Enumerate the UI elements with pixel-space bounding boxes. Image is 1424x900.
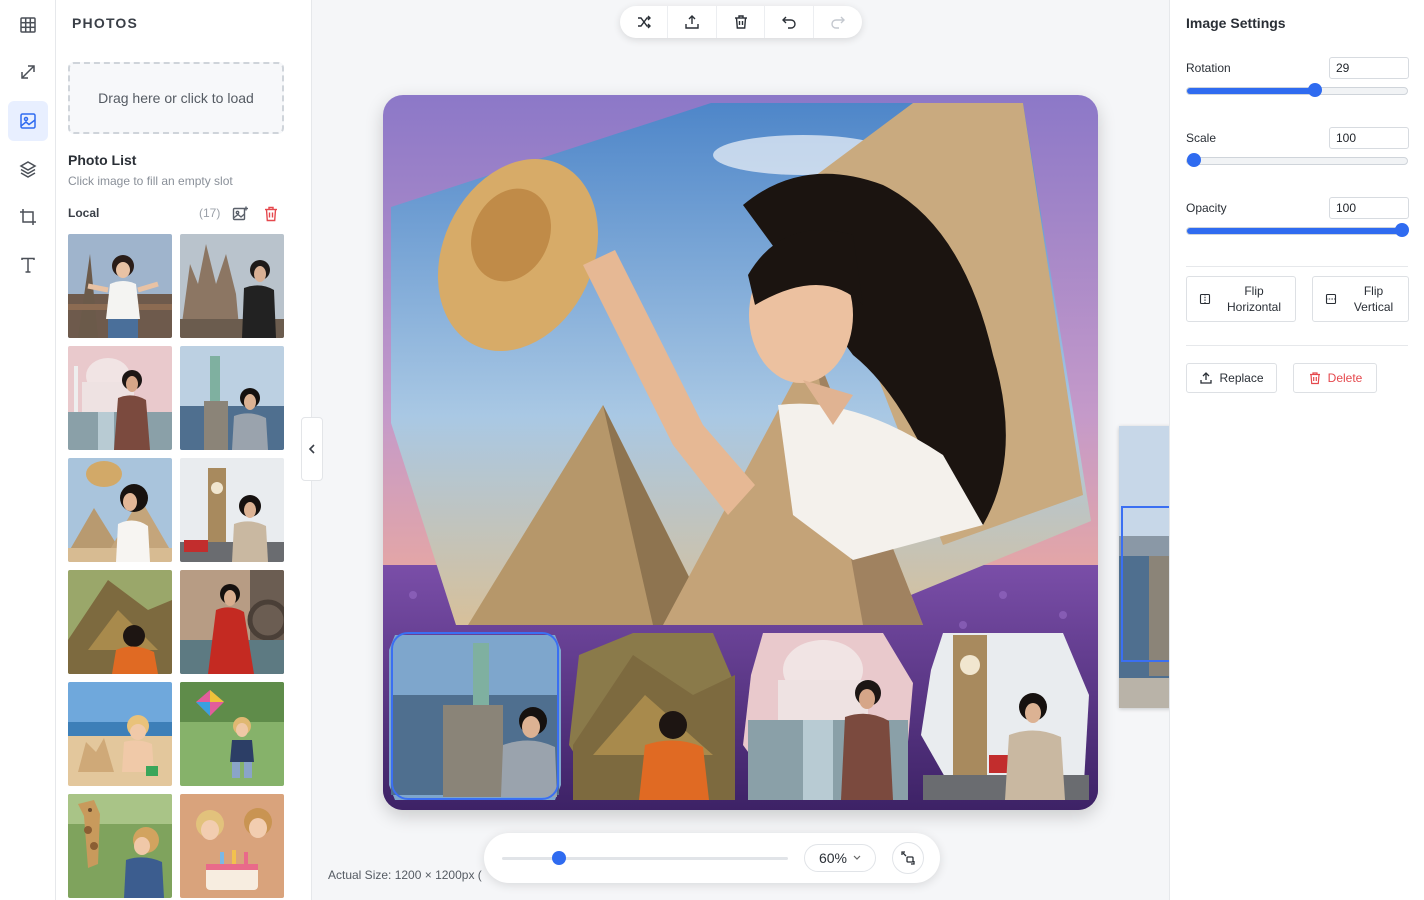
rotation-slider-handle[interactable]	[1308, 83, 1322, 97]
thumbnail-giraffe[interactable]	[68, 794, 172, 898]
photo-icon	[20, 113, 36, 129]
thumbnail-kite[interactable]	[180, 682, 284, 786]
slot-machu-picchu[interactable]	[569, 633, 735, 800]
thumbnail-big-ben[interactable]	[180, 458, 284, 562]
flip-vertical-icon	[1325, 293, 1337, 305]
upload-icon	[1200, 372, 1213, 384]
export-icon	[685, 15, 699, 29]
shuffle-icon	[637, 15, 651, 29]
settings-divider-2	[1186, 345, 1408, 346]
thumbnail-machu-picchu[interactable]	[68, 570, 172, 674]
layers-button[interactable]	[8, 149, 48, 189]
opacity-label: Opacity	[1186, 201, 1227, 215]
canvas-toolbar	[620, 6, 862, 38]
local-label: Local	[68, 206, 100, 220]
flip-horizontal-button[interactable]: Flip Horizontal	[1186, 276, 1296, 322]
photos-panel: PHOTOS Drag here or click to load Photo …	[56, 0, 312, 900]
grid-icon	[20, 17, 36, 33]
zoom-value: 60%	[818, 850, 848, 866]
fit-screen-button[interactable]	[892, 842, 924, 874]
scale-label: Scale	[1186, 131, 1217, 145]
undo-button[interactable]	[765, 6, 814, 38]
photo-list-hint: Click image to fill an empty slot	[68, 174, 233, 188]
trash-icon	[734, 15, 747, 29]
tool-rail	[0, 0, 56, 900]
crop-icon	[20, 209, 36, 225]
collapse-panel-button[interactable]	[301, 417, 323, 481]
resize-icon	[21, 65, 35, 79]
opacity-slider-fill	[1187, 228, 1402, 234]
rotation-slider-fill	[1187, 88, 1315, 94]
thumbnail-grid	[68, 234, 284, 898]
zoom-bar: 60%	[484, 833, 940, 883]
flip-vertical-line2: Vertical	[1353, 300, 1394, 314]
redo-button[interactable]	[814, 6, 862, 38]
opacity-input[interactable]	[1329, 197, 1409, 219]
chevron-down-icon	[853, 855, 861, 860]
panel-title: PHOTOS	[72, 15, 139, 31]
scale-slider[interactable]	[1186, 153, 1408, 167]
main-photo-slot[interactable]	[391, 103, 1091, 625]
flip-vertical-button[interactable]: Flip Vertical	[1312, 276, 1409, 322]
replace-button[interactable]: Replace	[1186, 363, 1277, 393]
opacity-slider-handle[interactable]	[1395, 223, 1409, 237]
flip-horizontal-line1: Flip	[1244, 284, 1264, 298]
grid-layout-button[interactable]	[8, 5, 48, 45]
rotation-label: Rotation	[1186, 61, 1231, 75]
local-source-row: Local (17)	[68, 206, 284, 224]
scale-slider-handle[interactable]	[1187, 153, 1201, 167]
rotation-slider[interactable]	[1186, 83, 1408, 97]
export-button[interactable]	[668, 6, 717, 38]
text-button[interactable]	[8, 245, 48, 285]
delete-label: Delete	[1327, 371, 1363, 385]
zoom-select[interactable]: 60%	[804, 844, 876, 872]
opacity-slider[interactable]	[1186, 223, 1409, 237]
thumbnail-eiffel[interactable]	[68, 234, 172, 338]
slot-big-ben[interactable]	[921, 633, 1089, 800]
fit-screen-icon	[901, 851, 915, 865]
thumbnail-sandcastle[interactable]	[68, 682, 172, 786]
settings-divider	[1186, 266, 1408, 267]
local-count: (17)	[199, 206, 221, 220]
thumbnail-pyramids[interactable]	[68, 458, 172, 562]
resize-button[interactable]	[8, 52, 48, 92]
delete-button[interactable]	[717, 6, 766, 38]
thumbnail-sagrada[interactable]	[180, 234, 284, 338]
delete-all-icon[interactable]	[262, 205, 280, 223]
thumbnail-venice[interactable]	[180, 570, 284, 674]
upload-dropzone[interactable]: Drag here or click to load	[68, 62, 284, 134]
layers-icon	[19, 161, 37, 178]
add-image-icon[interactable]	[231, 205, 249, 223]
dropzone-text: Drag here or click to load	[98, 90, 254, 106]
thumbnail-taj-mahal[interactable]	[68, 346, 172, 450]
slot-statue-of-liberty[interactable]	[389, 632, 561, 800]
thumbnail-birthday[interactable]	[180, 794, 284, 898]
chevron-left-icon	[308, 444, 315, 454]
redo-icon	[831, 16, 845, 29]
crop-button[interactable]	[8, 197, 48, 237]
shuffle-button[interactable]	[620, 6, 669, 38]
photos-button[interactable]	[8, 101, 48, 141]
thumbnail-statue-of-liberty[interactable]	[180, 346, 284, 450]
undo-icon	[781, 16, 796, 29]
photo-list-title: Photo List	[68, 152, 137, 168]
rotation-input[interactable]	[1329, 57, 1409, 79]
settings-title: Image Settings	[1186, 15, 1286, 31]
flip-horizontal-line2: Horizontal	[1226, 300, 1282, 314]
image-settings-panel: Image Settings Rotation Scale Opacity Fl…	[1169, 0, 1424, 900]
flip-vertical-line1: Flip	[1363, 284, 1384, 298]
delete-image-button[interactable]: Delete	[1293, 363, 1377, 393]
zoom-slider-handle[interactable]	[552, 851, 566, 865]
trash-icon	[1309, 372, 1320, 385]
text-icon	[21, 257, 35, 273]
collage-canvas[interactable]	[383, 95, 1098, 810]
actual-size-label: Actual Size: 1200 × 1200px (	[328, 868, 482, 882]
zoom-slider-track[interactable]	[502, 857, 788, 860]
scale-input[interactable]	[1329, 127, 1409, 149]
slot-taj-mahal[interactable]	[743, 633, 913, 800]
flip-horizontal-icon	[1199, 293, 1211, 305]
replace-label: Replace	[1219, 371, 1264, 385]
